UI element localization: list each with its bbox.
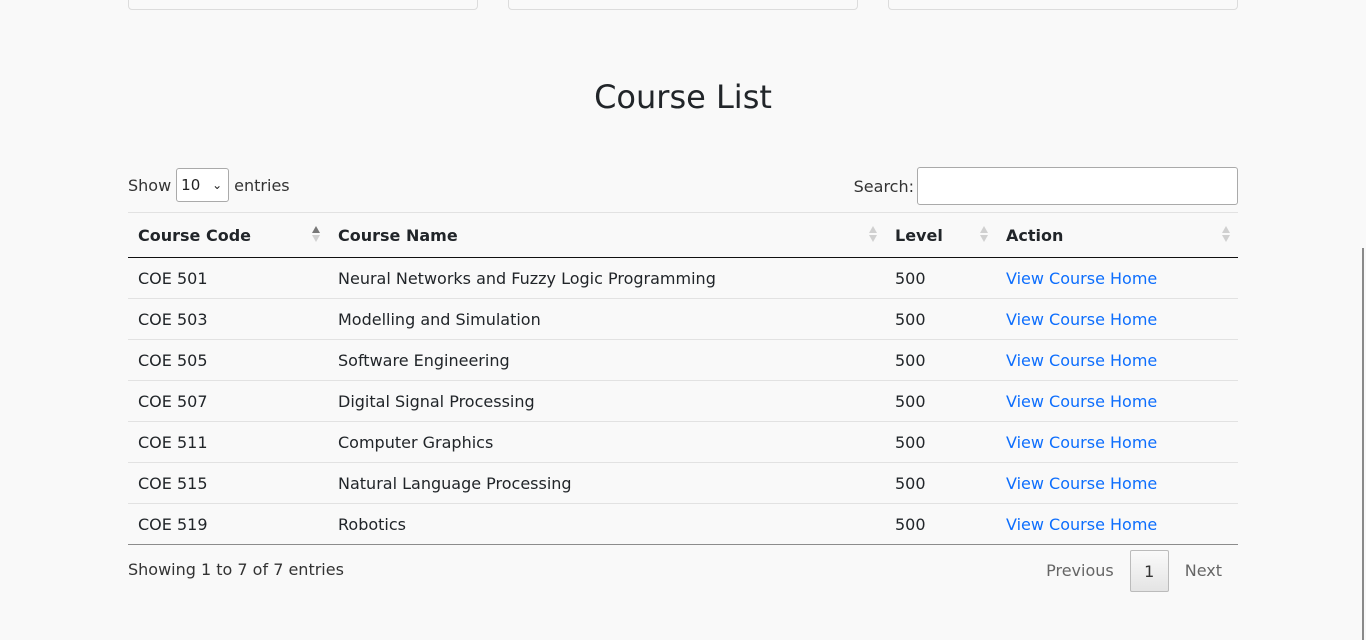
view-course-home-link[interactable]: View Course Home xyxy=(1006,310,1157,329)
level-cell: 500 xyxy=(885,503,996,545)
course-name-cell: Robotics xyxy=(328,503,885,545)
view-course-home-link[interactable]: View Course Home xyxy=(1006,392,1157,411)
top-card-3 xyxy=(888,0,1238,10)
view-course-home-link[interactable]: View Course Home xyxy=(1006,269,1157,288)
course-name-cell: Software Engineering xyxy=(328,339,885,381)
top-card-1 xyxy=(128,0,478,10)
course-name-cell: Digital Signal Processing xyxy=(328,380,885,422)
view-course-home-link[interactable]: View Course Home xyxy=(1006,474,1157,493)
pagination: Previous 1 Next xyxy=(1030,550,1238,592)
level-cell: 500 xyxy=(885,462,996,504)
course-code-cell: COE 503 xyxy=(128,298,328,340)
course-code-cell: COE 505 xyxy=(128,339,328,381)
view-course-home-link[interactable]: View Course Home xyxy=(1006,433,1157,452)
scrollbar[interactable] xyxy=(1362,248,1364,640)
sort-icon xyxy=(1222,225,1230,243)
table-row: COE 507 Digital Signal Processing 500 Vi… xyxy=(128,380,1238,422)
level-cell: 500 xyxy=(885,339,996,381)
chevron-down-icon: ⌄ xyxy=(212,178,223,192)
sort-icon xyxy=(980,225,988,243)
column-header-label: Action xyxy=(1006,225,1064,245)
entries-label: entries xyxy=(234,175,290,195)
next-button[interactable]: Next xyxy=(1169,550,1238,592)
search-label: Search: xyxy=(853,176,914,196)
course-table: Course Code Course Name Level Action COE… xyxy=(128,212,1238,545)
page-length-control: Show 10 ⌄ entries xyxy=(128,168,290,202)
table-row: COE 511 Computer Graphics 500 View Cours… xyxy=(128,421,1238,463)
table-header-row: Course Code Course Name Level Action xyxy=(128,212,1238,258)
course-code-cell: COE 511 xyxy=(128,421,328,463)
table-row: COE 505 Software Engineering 500 View Co… xyxy=(128,339,1238,381)
course-code-cell: COE 519 xyxy=(128,503,328,545)
course-name-cell: Modelling and Simulation xyxy=(328,298,885,340)
action-cell: View Course Home xyxy=(996,503,1238,545)
page-title: Course List xyxy=(594,78,772,116)
action-cell: View Course Home xyxy=(996,462,1238,504)
action-cell: View Course Home xyxy=(996,339,1238,381)
action-cell: View Course Home xyxy=(996,298,1238,340)
course-code-cell: COE 501 xyxy=(128,257,328,299)
page-1-button[interactable]: 1 xyxy=(1129,550,1169,592)
level-cell: 500 xyxy=(885,421,996,463)
course-code-cell: COE 507 xyxy=(128,380,328,422)
level-cell: 500 xyxy=(885,380,996,422)
search-input[interactable] xyxy=(917,167,1238,205)
table-info: Showing 1 to 7 of 7 entries xyxy=(128,560,344,579)
column-header-course-name[interactable]: Course Name xyxy=(328,212,885,258)
level-cell: 500 xyxy=(885,298,996,340)
column-header-level[interactable]: Level xyxy=(885,212,996,258)
column-header-action[interactable]: Action xyxy=(996,212,1238,258)
column-header-label: Course Name xyxy=(338,225,458,245)
page-length-select[interactable]: 10 ⌄ xyxy=(176,168,230,202)
table-row: COE 519 Robotics 500 View Course Home xyxy=(128,503,1238,545)
action-cell: View Course Home xyxy=(996,421,1238,463)
action-cell: View Course Home xyxy=(996,257,1238,299)
table-row: COE 503 Modelling and Simulation 500 Vie… xyxy=(128,298,1238,340)
page-length-value: 10 xyxy=(181,176,201,194)
course-name-cell: Neural Networks and Fuzzy Logic Programm… xyxy=(328,257,885,299)
sort-icon xyxy=(869,225,877,243)
table-row: COE 515 Natural Language Processing 500 … xyxy=(128,462,1238,504)
column-header-label: Course Code xyxy=(138,225,251,245)
top-card-2 xyxy=(508,0,858,10)
sort-ascending-icon xyxy=(312,225,320,243)
previous-button[interactable]: Previous xyxy=(1030,550,1130,592)
course-name-cell: Natural Language Processing xyxy=(328,462,885,504)
column-header-label: Level xyxy=(895,225,943,245)
table-row: COE 501 Neural Networks and Fuzzy Logic … xyxy=(128,257,1238,299)
column-header-course-code[interactable]: Course Code xyxy=(128,212,328,258)
course-name-cell: Computer Graphics xyxy=(328,421,885,463)
search-control: Search: xyxy=(854,167,1238,205)
view-course-home-link[interactable]: View Course Home xyxy=(1006,351,1157,370)
course-code-cell: COE 515 xyxy=(128,462,328,504)
action-cell: View Course Home xyxy=(996,380,1238,422)
show-label: Show xyxy=(128,175,172,195)
level-cell: 500 xyxy=(885,257,996,299)
view-course-home-link[interactable]: View Course Home xyxy=(1006,515,1157,534)
